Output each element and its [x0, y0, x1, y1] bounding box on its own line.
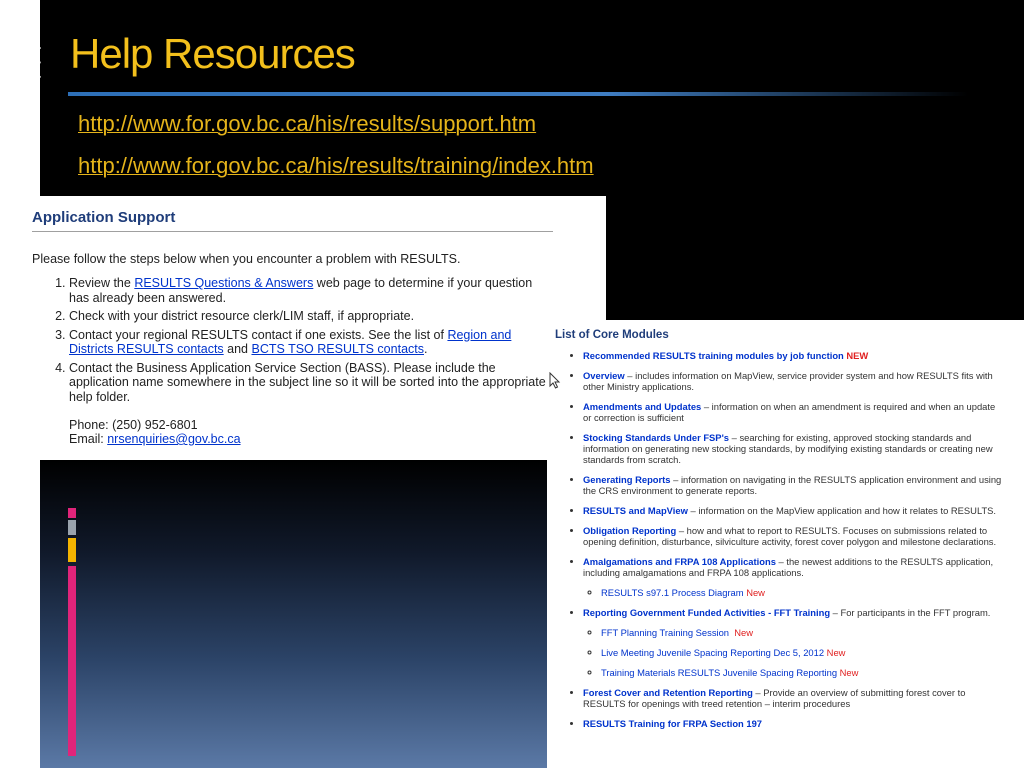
module-link[interactable]: Overview	[583, 370, 625, 381]
list-item: Stocking Standards Under FSP's – searchi…	[583, 432, 1003, 465]
support-intro: Please follow the steps below when you e…	[32, 252, 461, 266]
support-divider	[32, 231, 553, 232]
sub-list: FFT Planning Training Session New Live M…	[583, 627, 1021, 678]
sub-list: RESULTS s97.1 Process Diagram New	[583, 587, 1021, 598]
sub-link[interactable]: FFT Planning Training Session	[601, 627, 729, 638]
list-item: Overview – includes information on MapVi…	[583, 370, 1003, 392]
decorative-corner-graphic	[10, 47, 41, 111]
modules-list: Recommended RESULTS training modules by …	[555, 350, 1003, 738]
list-item: RESULTS and MapView – information on the…	[583, 505, 1003, 516]
bcts-contacts-link[interactable]: BCTS TSO RESULTS contacts	[251, 342, 424, 356]
phone-text: Phone: (250) 952-6801	[69, 418, 198, 432]
sub-list-item: Live Meeting Juvenile Spacing Reporting …	[601, 647, 1021, 658]
list-item: Reporting Government Funded Activities -…	[583, 607, 1003, 678]
new-badge: New	[826, 647, 846, 658]
sub-link[interactable]: Live Meeting Juvenile Spacing Reporting …	[601, 647, 824, 658]
sub-list-item: FFT Planning Training Session New	[601, 627, 1021, 638]
modules-heading: List of Core Modules	[555, 329, 669, 341]
module-link[interactable]: Stocking Standards Under FSP's	[583, 432, 729, 443]
module-link[interactable]: Generating Reports	[583, 474, 671, 485]
list-item: Amendments and Updates – information on …	[583, 401, 1003, 423]
qa-link[interactable]: RESULTS Questions & Answers	[134, 276, 313, 290]
sub-list-item: Training Materials RESULTS Juvenile Spac…	[601, 667, 1021, 678]
support-url-link[interactable]: http://www.for.gov.bc.ca/his/results/sup…	[78, 111, 536, 137]
decorative-color-bars	[68, 508, 78, 758]
application-support-panel: Application Support Please follow the st…	[0, 196, 606, 460]
module-link[interactable]: Amalgamations and FRPA 108 Applications	[583, 556, 776, 567]
module-link[interactable]: Recommended RESULTS training modules by …	[583, 350, 844, 361]
module-link[interactable]: Amendments and Updates	[583, 401, 701, 412]
background-gradient	[40, 460, 560, 768]
slide-title: Help Resources	[70, 30, 356, 77]
list-item: Amalgamations and FRPA 108 Applications …	[583, 556, 1003, 598]
sub-link[interactable]: Training Materials RESULTS Juvenile Spac…	[601, 667, 837, 678]
email-label: Email:	[69, 432, 108, 446]
mouse-cursor-icon	[549, 372, 561, 389]
list-item: RESULTS Training for FRPA Section 197	[583, 718, 1003, 729]
new-badge: New	[746, 587, 765, 598]
core-modules-panel: List of Core Modules Recommended RESULTS…	[547, 320, 1024, 768]
new-badge: New	[734, 627, 754, 638]
step-item: Contact your regional RESULTS contact if…	[69, 328, 553, 357]
list-item: Recommended RESULTS training modules by …	[583, 350, 1003, 361]
new-badge: NEW	[846, 350, 869, 361]
title-underline	[68, 92, 968, 96]
module-link[interactable]: Forest Cover and Retention Reporting	[583, 687, 753, 698]
list-item: Obligation Reporting – how and what to r…	[583, 525, 1003, 547]
module-link[interactable]: Reporting Government Funded Activities -…	[583, 607, 830, 618]
sub-list-item: RESULTS s97.1 Process Diagram New	[601, 587, 1021, 598]
new-badge: New	[839, 667, 859, 678]
step-item: Check with your district resource clerk/…	[69, 309, 553, 324]
list-item: Forest Cover and Retention Reporting – P…	[583, 687, 1003, 709]
module-link[interactable]: RESULTS and MapView	[583, 505, 688, 516]
step-item: Review the RESULTS Questions & Answers w…	[69, 276, 553, 305]
module-link[interactable]: Obligation Reporting	[583, 525, 676, 536]
sub-link[interactable]: RESULTS s97.1 Process Diagram	[601, 587, 744, 598]
module-link[interactable]: RESULTS Training for FRPA Section 197	[583, 718, 762, 729]
email-link[interactable]: nrsenquiries@gov.bc.ca	[107, 432, 240, 446]
list-item: Generating Reports – information on navi…	[583, 474, 1003, 496]
support-heading: Application Support	[32, 209, 176, 226]
support-steps: Review the RESULTS Questions & Answers w…	[32, 276, 553, 450]
contact-info: Phone: (250) 952-6801 Email: nrsenquirie…	[69, 418, 553, 446]
step-item: Contact the Business Application Service…	[69, 361, 553, 447]
training-url-link[interactable]: http://www.for.gov.bc.ca/his/results/tra…	[78, 153, 594, 179]
